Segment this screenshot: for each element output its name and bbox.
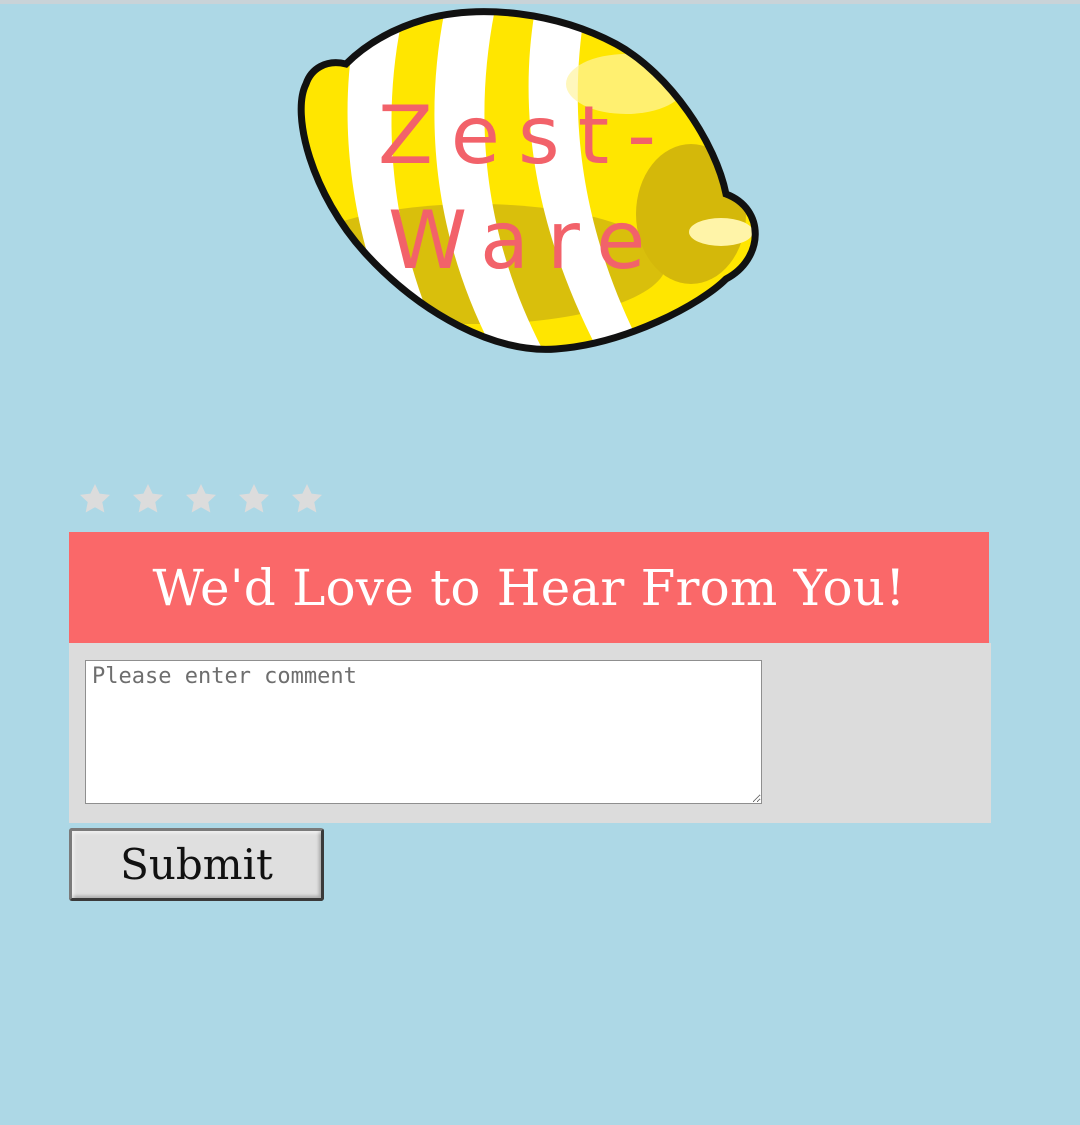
star-rating (76, 480, 341, 522)
star-icon[interactable] (235, 480, 273, 518)
star-icon[interactable] (182, 480, 220, 518)
star-icon[interactable] (129, 480, 167, 518)
star-icon[interactable] (76, 480, 114, 518)
feedback-title: We'd Love to Hear From You! (152, 558, 906, 617)
logo-text-line-2: Ware (388, 194, 664, 287)
submit-button[interactable]: Submit (69, 828, 324, 901)
logo-text-line-1: Zest- (378, 89, 674, 182)
feedback-header: We'd Love to Hear From You! (69, 532, 989, 643)
comment-field[interactable] (85, 660, 762, 804)
logo-wordmark: Zest- Ware (296, 4, 766, 356)
star-icon[interactable] (288, 480, 326, 518)
zest-ware-logo: Zest- Ware (296, 4, 766, 356)
